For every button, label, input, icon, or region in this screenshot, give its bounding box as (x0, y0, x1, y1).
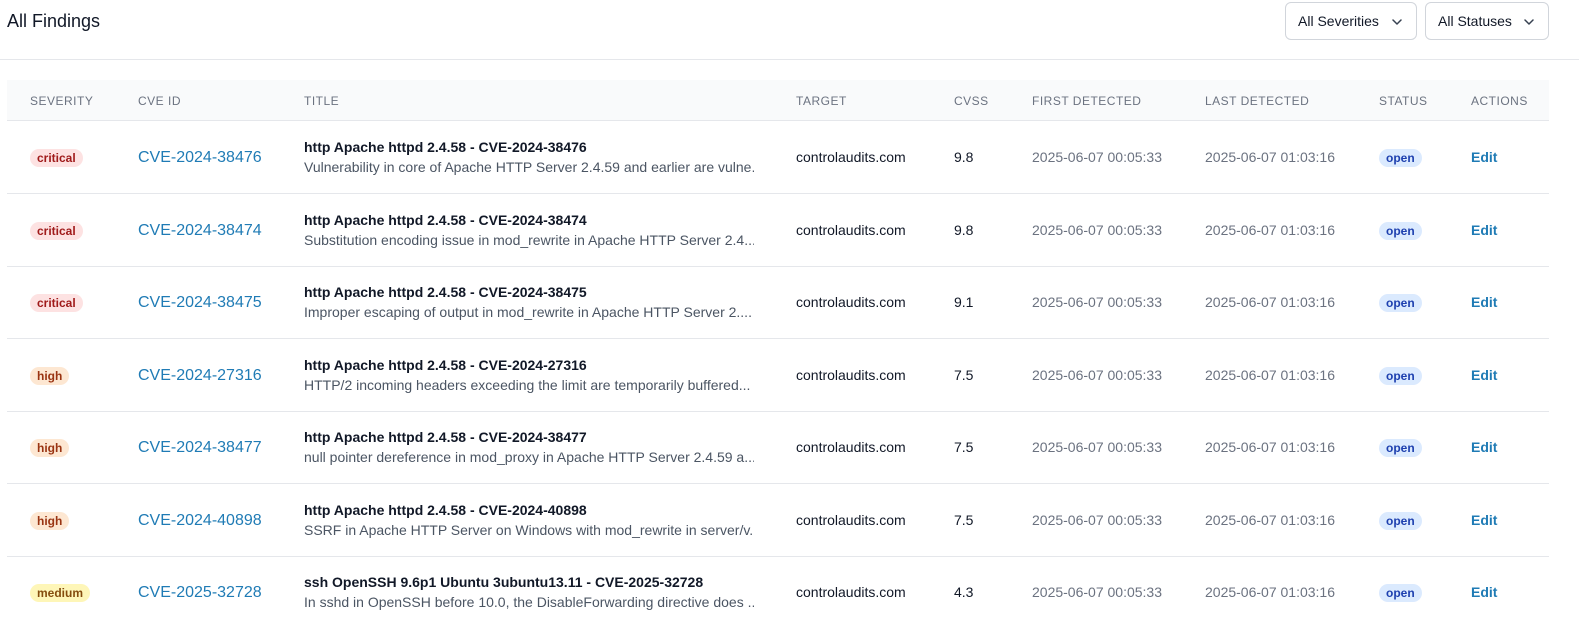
finding-description: In sshd in OpenSSH before 10.0, the Disa… (304, 594, 754, 610)
finding-description: HTTP/2 incoming headers exceeding the li… (304, 376, 751, 393)
finding-description: SSRF in Apache HTTP Server on Windows wi… (304, 521, 754, 538)
table-header: SEVERITY CVE ID TITLE TARGET CVSS FIRST … (7, 80, 1549, 121)
cve-id-link[interactable]: CVE-2024-38475 (138, 293, 262, 313)
target-host: controlaudits.com (796, 221, 906, 238)
status-filter-value: All Statuses (1438, 13, 1512, 29)
target-host: controlaudits.com (796, 584, 906, 600)
first-detected-timestamp: 2025-06-07 00:05:33 (1032, 149, 1162, 165)
severity-filter-value: All Severities (1298, 13, 1379, 29)
status-badge: open (1379, 439, 1422, 457)
table-row[interactable]: high CVE-2024-27316 http Apache httpd 2.4.… (7, 339, 1549, 412)
last-detected-timestamp: 2025-06-07 01:03:16 (1205, 149, 1335, 165)
table-row[interactable]: high CVE-2024-40898 http Apache httpd 2.4.… (7, 484, 1549, 557)
status-badge: open (1379, 511, 1422, 530)
finding-description: Substitution encoding issue in mod_rewri… (304, 231, 754, 248)
status-filter-select[interactable]: All Statuses (1425, 2, 1549, 40)
column-header-cvss: CVSS (954, 94, 989, 108)
first-detected-timestamp: 2025-06-07 00:05:33 (1032, 511, 1162, 528)
cve-id-link[interactable]: CVE-2025-32728 (138, 583, 262, 603)
cvss-score: 4.3 (954, 584, 974, 600)
severity-badge: critical (30, 149, 83, 167)
finding-title: http Apache httpd 2.4.58 - CVE-2024-3847… (304, 284, 587, 300)
status-badge: open (1379, 294, 1422, 312)
finding-title: ssh OpenSSH 9.6p1 Ubuntu 3ubuntu13.11 - … (304, 574, 704, 590)
cvss-score: 9.1 (954, 294, 974, 310)
cvss-score: 7.5 (954, 511, 974, 528)
target-host: controlaudits.com (796, 511, 906, 528)
status-badge: open (1379, 149, 1422, 167)
cve-id-link[interactable]: CVE-2024-38477 (138, 438, 262, 458)
last-detected-timestamp: 2025-06-07 01:03:16 (1205, 511, 1335, 528)
edit-link[interactable]: Edit (1471, 439, 1497, 456)
table-row[interactable]: high CVE-2024-38477 http Apache httpd 2.4.… (7, 411, 1549, 484)
finding-title: http Apache httpd 2.4.58 - CVE-2024-4089… (304, 501, 587, 518)
last-detected-timestamp: 2025-06-07 01:03:16 (1205, 439, 1335, 455)
first-detected-timestamp: 2025-06-07 00:05:33 (1032, 294, 1162, 310)
edit-link[interactable]: Edit (1471, 512, 1497, 529)
edit-link[interactable]: Edit (1471, 367, 1497, 384)
column-header-first-detected: FIRST DETECTED (1032, 94, 1142, 108)
target-host: controlaudits.com (796, 149, 906, 165)
edit-link[interactable]: Edit (1471, 222, 1497, 239)
cve-id-link[interactable]: CVE-2024-40898 (138, 511, 262, 531)
cvss-score: 9.8 (954, 221, 974, 238)
cvss-score: 7.5 (954, 366, 974, 383)
severity-badge: critical (30, 294, 83, 312)
finding-title: http Apache httpd 2.4.58 - CVE-2024-3847… (304, 211, 587, 228)
finding-description: Vulnerability in core of Apache HTTP Ser… (304, 159, 754, 175)
column-header-severity: SEVERITY (30, 94, 94, 108)
status-badge: open (1379, 221, 1422, 240)
column-header-cve-id: CVE ID (138, 94, 182, 108)
cve-id-link[interactable]: CVE-2024-27316 (138, 366, 262, 386)
page-header: All Findings All Severities All Statuses (0, 0, 1579, 60)
last-detected-timestamp: 2025-06-07 01:03:16 (1205, 366, 1335, 383)
last-detected-timestamp: 2025-06-07 01:03:16 (1205, 221, 1335, 238)
cve-id-link[interactable]: CVE-2024-38476 (138, 148, 262, 168)
finding-description: Improper escaping of output in mod_rewri… (304, 304, 752, 320)
last-detected-timestamp: 2025-06-07 01:03:16 (1205, 294, 1335, 310)
page-title: All Findings (7, 11, 101, 31)
column-header-actions: ACTIONS (1471, 94, 1528, 108)
target-host: controlaudits.com (796, 439, 906, 455)
first-detected-timestamp: 2025-06-07 00:05:33 (1032, 366, 1162, 383)
cvss-score: 7.5 (954, 439, 974, 455)
severity-filter-select[interactable]: All Severities (1285, 2, 1417, 40)
cvss-score: 9.8 (954, 149, 974, 165)
table-row[interactable]: medium CVE-2025-32728 ssh OpenSSH 9.6p1 Ub… (7, 556, 1549, 629)
finding-title: http Apache httpd 2.4.58 - CVE-2024-2731… (304, 356, 587, 373)
edit-link[interactable]: Edit (1471, 149, 1497, 166)
edit-link[interactable]: Edit (1471, 584, 1497, 601)
chevron-down-icon (1392, 19, 1402, 25)
column-header-title: TITLE (304, 94, 340, 108)
severity-badge: high (30, 366, 70, 385)
severity-badge: critical (30, 221, 83, 240)
finding-title: http Apache httpd 2.4.58 - CVE-2024-3847… (304, 139, 587, 155)
severity-badge: high (30, 439, 70, 457)
finding-title: http Apache httpd 2.4.58 - CVE-2024-3847… (304, 429, 587, 445)
table-row[interactable]: critical CVE-2024-38476 http Apache httpd … (7, 121, 1549, 194)
table-row[interactable]: critical CVE-2024-38475 http Apache httpd … (7, 266, 1549, 339)
target-host: controlaudits.com (796, 294, 906, 310)
severity-badge: medium (30, 584, 91, 602)
column-header-target: TARGET (796, 94, 847, 108)
severity-badge: high (30, 511, 70, 530)
edit-link[interactable]: Edit (1471, 294, 1497, 311)
table-row[interactable]: critical CVE-2024-38474 http Apache httpd … (7, 194, 1549, 267)
status-badge: open (1379, 366, 1422, 385)
chevron-down-icon (1524, 19, 1534, 25)
status-badge: open (1379, 584, 1422, 602)
column-header-last-detected: LAST DETECTED (1205, 94, 1310, 108)
column-header-status: STATUS (1379, 94, 1428, 108)
target-host: controlaudits.com (796, 366, 906, 383)
cve-id-link[interactable]: CVE-2024-38474 (138, 221, 262, 241)
first-detected-timestamp: 2025-06-07 00:05:33 (1032, 584, 1162, 600)
last-detected-timestamp: 2025-06-07 01:03:16 (1205, 584, 1335, 600)
first-detected-timestamp: 2025-06-07 00:05:33 (1032, 221, 1162, 238)
first-detected-timestamp: 2025-06-07 00:05:33 (1032, 439, 1162, 455)
finding-description: null pointer dereference in mod_proxy in… (304, 449, 754, 465)
